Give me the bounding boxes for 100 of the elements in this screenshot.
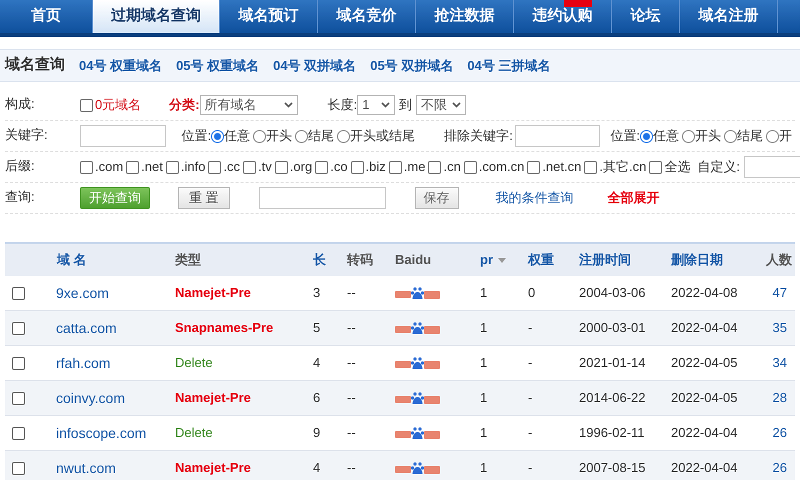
nav-tab[interactable]: 过期域名查询 <box>93 0 220 33</box>
checkbox[interactable] <box>350 160 364 174</box>
radio-label: 开头 <box>266 127 292 146</box>
nav-tab[interactable]: 抢注数据 <box>416 0 514 33</box>
checkbox[interactable] <box>166 160 179 174</box>
domain-link[interactable]: 9xe.com <box>56 284 109 300</box>
row-checkbox[interactable] <box>12 287 25 300</box>
column-header[interactable]: pr <box>480 250 493 270</box>
custom-suffix-field[interactable] <box>744 156 800 178</box>
nav-tab[interactable]: 域名竞价 <box>318 0 416 33</box>
radio-label: 结尾 <box>737 127 763 146</box>
radio-button[interactable] <box>682 130 695 142</box>
domain-link[interactable]: infoscope.com <box>56 424 146 440</box>
paw-logo-icon[interactable] <box>395 460 440 476</box>
column-header: 人数 <box>766 251 792 270</box>
radio-button[interactable] <box>724 130 737 142</box>
checkbox[interactable] <box>80 160 93 174</box>
table-cell: 0 <box>528 285 536 300</box>
radio-button[interactable] <box>295 130 308 142</box>
domain-link[interactable]: coinvy.com <box>56 390 125 406</box>
sort-icon[interactable] <box>498 258 506 262</box>
checkbox[interactable] <box>80 98 93 112</box>
radio-label: 任意 <box>653 127 679 146</box>
checkbox[interactable] <box>126 160 140 174</box>
checkbox-label: .cc <box>223 158 240 176</box>
domain-link[interactable]: rfah.com <box>56 354 110 370</box>
field-label: 分类: <box>169 96 200 114</box>
radio-button[interactable] <box>766 130 779 142</box>
filter-link[interactable]: 05号 双拼域名 <box>370 56 454 76</box>
caret-icon <box>452 102 462 108</box>
domain-link[interactable]: catta.com <box>56 320 117 336</box>
domain-link[interactable]: nwut.com <box>56 460 116 476</box>
checkbox[interactable] <box>274 160 288 174</box>
checkbox[interactable] <box>315 160 328 174</box>
expand-all-link[interactable]: 全部展开 <box>608 188 660 208</box>
table-cell: 2022-04-08 <box>671 285 738 300</box>
dropdown[interactable]: 1 <box>357 95 396 115</box>
table-cell: - <box>528 320 532 336</box>
radio-button[interactable] <box>211 130 224 142</box>
radio-button[interactable] <box>253 130 266 142</box>
radio-button[interactable] <box>640 130 653 142</box>
filter-link[interactable]: 04号 双拼域名 <box>273 56 356 76</box>
table-cell: 2022-04-04 <box>671 320 738 336</box>
table-cell: 6 <box>313 390 320 406</box>
row-checkbox[interactable] <box>12 392 25 406</box>
table-cell: 4 <box>313 355 320 370</box>
paw-logo-icon[interactable] <box>395 356 440 370</box>
dropdown[interactable]: 所有域名 <box>200 95 298 115</box>
nav-tab[interactable]: 域名预订 <box>220 0 318 33</box>
reset-button[interactable]: 重 置 <box>178 187 230 209</box>
row-checkbox[interactable] <box>12 462 25 476</box>
radio-label: 任意 <box>224 127 250 146</box>
checkbox-label: .cn <box>443 158 461 176</box>
domain-type: Namejet-Pre <box>175 285 251 300</box>
query-name-field[interactable] <box>258 187 386 209</box>
nav-tab[interactable]: 域名注册 <box>680 0 778 33</box>
keyword-field[interactable] <box>80 125 166 147</box>
count-link[interactable]: 26 <box>772 425 787 440</box>
exclude-keyword-field[interactable] <box>514 125 600 147</box>
checkbox[interactable] <box>243 160 256 174</box>
checkbox[interactable] <box>428 160 442 174</box>
count-link[interactable]: 47 <box>772 285 787 300</box>
column-header: 权重 <box>528 251 554 270</box>
checkbox[interactable] <box>584 160 598 174</box>
caret-icon <box>284 102 293 108</box>
field-label: 位置: <box>182 127 212 146</box>
checkbox[interactable] <box>464 160 477 174</box>
checkbox[interactable] <box>527 160 540 174</box>
filter-link[interactable]: 04号 权重域名 <box>79 56 162 76</box>
count-link[interactable]: 26 <box>772 460 787 476</box>
checkbox-label: 全选 <box>664 158 690 176</box>
saved-queries-link[interactable]: 我的条件查询 <box>496 188 574 208</box>
paw-logo-icon[interactable] <box>395 286 440 300</box>
checkbox-label: 0元域名 <box>95 96 142 114</box>
count-link[interactable]: 34 <box>772 355 787 370</box>
count-link[interactable]: 28 <box>772 390 787 406</box>
row-checkbox[interactable] <box>12 322 25 336</box>
nav-tab[interactable]: 论坛 <box>612 0 680 33</box>
count-link[interactable]: 35 <box>772 320 787 336</box>
domain-type: Snapnames-Pre <box>175 320 274 336</box>
paw-logo-icon[interactable] <box>395 426 440 440</box>
paw-logo-icon[interactable] <box>395 320 440 336</box>
checkbox[interactable] <box>208 160 222 174</box>
radio-button[interactable] <box>337 130 350 142</box>
table-cell: - <box>528 425 532 440</box>
checkbox-label: .biz <box>366 158 386 176</box>
dropdown[interactable]: 不限 <box>416 95 466 115</box>
field-label: 到 <box>399 96 412 114</box>
table-cell: 2022-04-04 <box>671 425 738 440</box>
checkbox[interactable] <box>649 160 662 174</box>
row-checkbox[interactable] <box>12 427 25 440</box>
paw-logo-icon[interactable] <box>395 390 440 406</box>
save-button[interactable]: 保存 <box>414 187 459 209</box>
filter-link[interactable]: 05号 权重域名 <box>176 56 260 76</box>
table-cell: 1 <box>480 285 488 300</box>
filter-link[interactable]: 04号 三拼域名 <box>467 56 550 76</box>
row-checkbox[interactable] <box>12 357 25 370</box>
checkbox[interactable] <box>388 160 402 174</box>
table-cell: 9 <box>313 425 320 440</box>
domain-type: Delete <box>175 355 213 370</box>
